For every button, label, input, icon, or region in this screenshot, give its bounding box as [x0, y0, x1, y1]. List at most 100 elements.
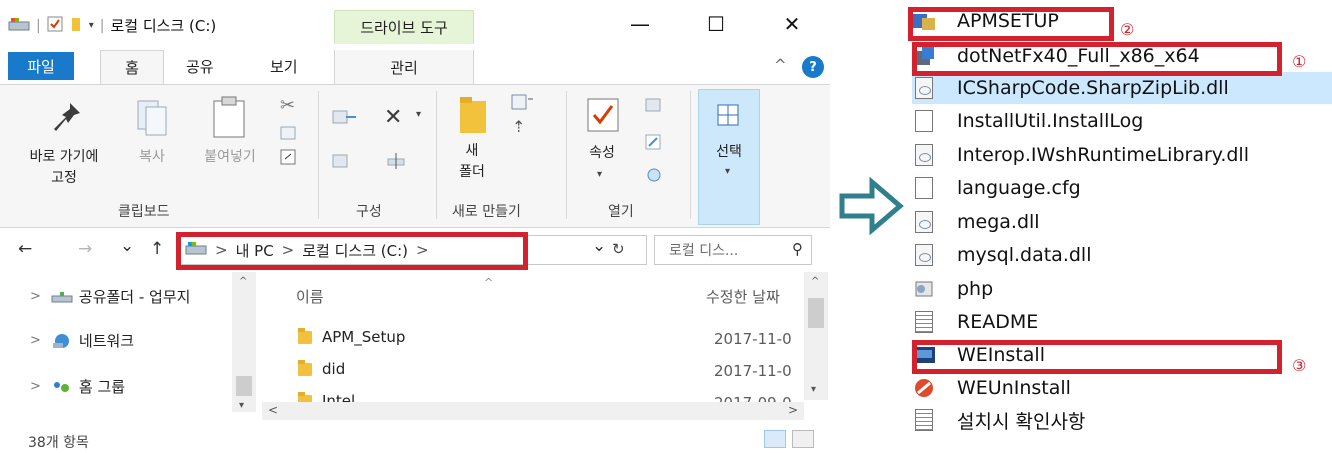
back-button[interactable]: ← — [18, 239, 32, 259]
ribbon-divider-3 — [566, 91, 567, 219]
file-row-clip: Intel 2017-09-0 — [262, 388, 802, 402]
properties-button[interactable]: 속성 — [578, 143, 626, 164]
tab-view[interactable]: 보기 — [270, 56, 298, 77]
easy-access-icon[interactable]: ⇡ — [512, 117, 525, 136]
nav-item-shared-folder[interactable]: > 공유폴더 - 업무지 — [30, 286, 190, 307]
file-name: Interop.IWshRuntimeLibrary.dll — [957, 144, 1249, 166]
tab-share[interactable]: 공유 — [186, 56, 214, 77]
cut-icon[interactable]: ✂ — [280, 95, 295, 116]
maximize-button[interactable]: ☐ — [704, 12, 728, 36]
select-all-icon — [717, 104, 739, 130]
scroll-up-chevron-icon[interactable]: ^ — [811, 276, 819, 287]
paste-button[interactable]: 붙여넣기 — [190, 147, 270, 168]
scroll-down-chevron-icon[interactable]: ▾ — [239, 400, 244, 411]
collapse-ribbon-chevron-icon[interactable]: ^ — [774, 56, 787, 74]
file-name: language.cfg — [957, 177, 1081, 199]
file-row[interactable]: did — [298, 359, 345, 378]
list-item-weuninstall[interactable]: WEUnInstall — [912, 372, 1332, 404]
customize-qat-chevron-icon[interactable]: ▾ — [89, 20, 94, 31]
right-arrow-icon — [836, 176, 906, 236]
text-file-icon — [912, 311, 936, 333]
copy-button[interactable]: 복사 — [130, 147, 174, 168]
list-item-mysql-data-dll[interactable]: mysql.data.dll — [912, 239, 1332, 271]
list-item-readme[interactable]: README — [912, 306, 1332, 338]
tab-manage[interactable]: 관리 — [334, 50, 474, 84]
ribbon-divider — [318, 91, 319, 219]
rename-icon[interactable] — [386, 151, 406, 175]
large-icons-view-icon[interactable] — [792, 430, 814, 448]
address-dropdown-chevron-icon[interactable]: ⌄ — [592, 236, 606, 256]
delete-icon[interactable]: ✕ — [384, 105, 402, 130]
nav-scroll-thumb[interactable] — [236, 376, 252, 396]
scroll-right-chevron-icon[interactable]: > — [788, 403, 798, 417]
scroll-up-chevron-icon[interactable]: ^ — [239, 276, 247, 287]
help-button[interactable]: ? — [802, 56, 824, 78]
sort-indicator-icon: ^ — [484, 276, 494, 289]
move-to-icon[interactable] — [332, 107, 358, 131]
new-group-label: 새로 만들기 — [452, 204, 521, 220]
history-icon[interactable] — [646, 167, 662, 187]
properties-check-icon[interactable] — [47, 16, 63, 36]
paste-shortcut-icon[interactable] — [280, 149, 296, 169]
file-name: APM_Setup — [322, 328, 406, 346]
expand-chevron-icon[interactable]: > — [30, 379, 41, 394]
scroll-down-chevron-icon[interactable]: ▾ — [811, 384, 816, 395]
status-bar: 38개 항목 — [0, 424, 830, 453]
title-bar: | ▾ | 로컬 디스크 (C:) 드라이브 도구 — ☐ ✕ — [0, 0, 830, 48]
nav-item-homegroup[interactable]: > 홈 그룹 — [30, 376, 125, 397]
search-input[interactable]: 로컬 디스... ⚲ — [654, 235, 812, 265]
new-folder-qat-icon[interactable] — [69, 16, 83, 36]
up-button[interactable]: ↑ — [150, 239, 164, 259]
ribbon-divider-2 — [436, 91, 437, 219]
file-scrollbar[interactable]: ^ ▾ — [804, 272, 828, 400]
scroll-left-chevron-icon[interactable]: < — [268, 403, 278, 417]
list-item-language-cfg[interactable]: language.cfg — [912, 172, 1332, 204]
open-icon[interactable] — [644, 97, 664, 117]
network-drive-icon — [51, 291, 73, 302]
dll-icon — [912, 211, 936, 233]
details-view-icon[interactable] — [764, 430, 786, 448]
new-item-icon[interactable] — [510, 93, 534, 115]
select-button[interactable]: 선택 ▾ — [698, 89, 760, 225]
expand-chevron-icon[interactable]: > — [30, 333, 41, 348]
expand-chevron-icon[interactable]: > — [30, 289, 41, 304]
edit-icon[interactable] — [644, 133, 664, 155]
file-name: mysql.data.dll — [957, 244, 1092, 266]
list-item-sharpziplib[interactable]: ICSharpCode.SharpZipLib.dll — [912, 72, 1332, 104]
copy-to-icon[interactable] — [332, 151, 358, 175]
refresh-icon[interactable]: ↻ — [612, 240, 625, 258]
dll-icon — [912, 77, 936, 99]
generic-file-icon — [912, 110, 936, 132]
file-name: ICSharpCode.SharpZipLib.dll — [957, 77, 1229, 99]
copy-path-icon[interactable] — [280, 125, 296, 144]
horizontal-scrollbar[interactable]: < > — [262, 402, 804, 420]
quick-access-toolbar: | ▾ | 로컬 디스크 (C:) — [8, 15, 216, 36]
pin-to-quick-access-button[interactable]: 바로 가기에 고정 — [4, 147, 124, 189]
minimize-button[interactable]: — — [628, 12, 652, 36]
recent-locations-chevron-icon[interactable]: ⌄ — [120, 236, 134, 256]
file-row[interactable]: Intel — [298, 391, 355, 402]
nav-scrollbar[interactable]: ^ ▾ — [232, 272, 256, 412]
tab-home[interactable]: 홈 — [100, 50, 164, 84]
select-dropdown-chevron-icon: ▾ — [725, 166, 731, 177]
file-scroll-thumb[interactable] — [808, 298, 824, 328]
list-item-php[interactable]: php — [912, 273, 1332, 305]
list-item-interop[interactable]: Interop.IWshRuntimeLibrary.dll — [912, 139, 1332, 171]
nav-item-network[interactable]: > 네트워크 — [30, 330, 134, 351]
file-date: 2017-11-0 — [714, 362, 792, 380]
file-row[interactable]: APM_Setup — [298, 327, 406, 346]
new-folder-button[interactable]: 새 폴더 — [448, 141, 496, 183]
tab-file[interactable]: 파일 — [8, 52, 74, 80]
generic-file-icon — [912, 177, 936, 199]
file-explorer-window: | ▾ | 로컬 디스크 (C:) 드라이브 도구 — ☐ ✕ 파일 홈 공유 … — [0, 0, 830, 453]
column-header-modified[interactable]: 수정한 날짜 — [706, 286, 802, 307]
close-button[interactable]: ✕ — [780, 12, 804, 36]
column-header-name[interactable]: 이름 — [296, 286, 324, 307]
qat-separator-2: | — [99, 17, 105, 34]
list-item-installlog[interactable]: InstallUtil.InstallLog — [912, 105, 1332, 137]
list-item-install-notes[interactable]: 설치시 확인사항 — [912, 404, 1332, 436]
properties-dropdown-chevron-icon[interactable]: ▾ — [597, 169, 602, 180]
delete-dropdown-chevron-icon[interactable]: ▾ — [416, 109, 421, 120]
list-item-mega-dll[interactable]: mega.dll — [912, 206, 1332, 238]
forward-button[interactable]: → — [78, 239, 92, 259]
